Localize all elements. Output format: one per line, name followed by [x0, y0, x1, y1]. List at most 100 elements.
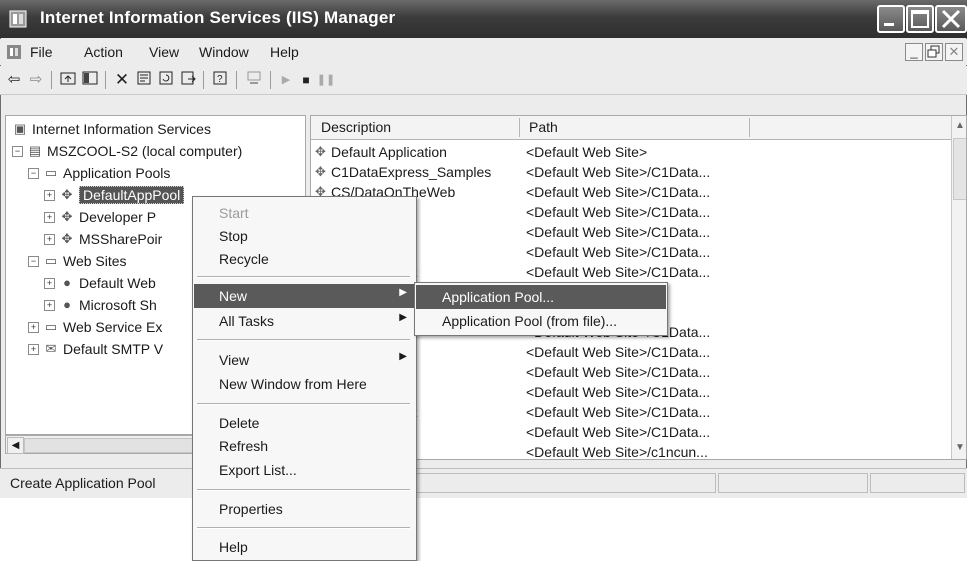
- forward-icon[interactable]: ⇨: [26, 70, 46, 90]
- list-row[interactable]: ✥ C1DataExpress_Samples <Default Web Site>…: [311, 163, 951, 183]
- menu-view[interactable]: View: [149, 44, 179, 60]
- back-icon[interactable]: ⇦: [4, 70, 24, 90]
- help-icon[interactable]: ?: [210, 70, 230, 90]
- ctx-recycle[interactable]: Recycle: [194, 247, 415, 271]
- globe-icon: ●: [63, 297, 71, 312]
- pause-icon[interactable]: ❚❚: [316, 70, 336, 90]
- tree-item-label: Default Web: [79, 275, 156, 291]
- tree-item-label: MSZCOOL-S2 (local computer): [47, 143, 243, 159]
- tree-item-label: Microsoft Sh: [79, 297, 157, 313]
- properties-icon[interactable]: [134, 70, 154, 90]
- expand-icon[interactable]: +: [28, 343, 39, 355]
- stop-icon[interactable]: ■: [296, 70, 316, 90]
- ctx-help[interactable]: Help: [194, 535, 415, 559]
- row-path: <Default Web Site>/C1Data...: [526, 264, 711, 280]
- ctx-new-window[interactable]: New Window from Here: [194, 372, 415, 396]
- row-path: <Default Web Site>/C1Data...: [526, 384, 711, 400]
- child-close-button[interactable]: ✕: [945, 43, 963, 61]
- ctx-view[interactable]: View ▶: [194, 348, 415, 372]
- expand-icon[interactable]: +: [44, 299, 55, 311]
- row-description: Default Application: [331, 144, 447, 160]
- status-text: Create Application Pool: [10, 475, 156, 491]
- folder-icon: ▭: [44, 165, 58, 180]
- title-bar[interactable]: Internet Information Services (IIS) Mana…: [0, 0, 967, 38]
- collapse-icon[interactable]: −: [28, 255, 39, 267]
- menu-action[interactable]: Action: [84, 44, 123, 60]
- tree-item[interactable]: − ▭ Application Pools: [6, 162, 305, 184]
- play-icon[interactable]: ▶: [276, 70, 296, 90]
- up-level-icon[interactable]: [58, 70, 78, 90]
- minimize-button[interactable]: [877, 5, 905, 33]
- row-path: <Default Web Site>/C1Data...: [526, 184, 711, 200]
- ctx-start[interactable]: Start: [194, 201, 415, 225]
- scroll-up-icon[interactable]: ▲: [953, 117, 966, 134]
- column-divider[interactable]: [749, 118, 750, 137]
- ctx-export-list[interactable]: Export List...: [194, 458, 415, 482]
- ctx-stop[interactable]: Stop: [194, 224, 415, 248]
- ctx-separator: [197, 489, 410, 491]
- child-restore-button[interactable]: [925, 43, 943, 61]
- toolbar-separator: [51, 71, 52, 89]
- collapse-icon[interactable]: −: [12, 145, 23, 157]
- tree-item[interactable]: − ▤ MSZCOOL-S2 (local computer): [6, 140, 305, 162]
- collapse-icon[interactable]: −: [28, 167, 39, 179]
- maximize-button[interactable]: [906, 5, 934, 33]
- menu-bar: File Action View Window Help _ ✕: [0, 39, 967, 65]
- iis-icon: ▣: [13, 121, 27, 136]
- submenu-application-pool[interactable]: Application Pool...: [416, 285, 666, 309]
- tree-item-label: Web Sites: [63, 253, 127, 269]
- menu-help[interactable]: Help: [270, 44, 299, 60]
- expand-icon[interactable]: +: [28, 321, 39, 333]
- close-button[interactable]: [935, 5, 967, 33]
- column-header-description[interactable]: Description: [321, 119, 391, 135]
- application-icon: ✥: [315, 144, 326, 159]
- submenu-application-pool-from-file[interactable]: Application Pool (from file)...: [416, 309, 666, 333]
- menu-window[interactable]: Window: [199, 44, 249, 60]
- expand-icon[interactable]: +: [44, 211, 55, 223]
- list-header: Description Path: [311, 116, 951, 140]
- ctx-delete[interactable]: Delete: [194, 411, 415, 435]
- tree-item-label: Developer P: [79, 209, 157, 225]
- scroll-thumb[interactable]: [953, 138, 966, 200]
- smtp-icon: ✉: [45, 341, 57, 356]
- ctx-separator: [197, 403, 410, 405]
- toolbar-separator: [203, 71, 204, 89]
- row-path: <Default Web Site>: [526, 144, 648, 160]
- expand-icon[interactable]: +: [44, 233, 55, 245]
- svg-text:?: ?: [217, 74, 223, 85]
- list-row[interactable]: ✥ Default Application <Default Web Site>: [311, 143, 951, 163]
- mmc-icon: [6, 44, 22, 60]
- toolbar: ⇦ ⇨ ✕ ? ▶ ■ ❚❚: [0, 66, 967, 95]
- refresh-icon[interactable]: [156, 70, 176, 90]
- ctx-properties[interactable]: Properties: [194, 497, 415, 521]
- status-panel: [718, 473, 868, 493]
- ctx-refresh[interactable]: Refresh: [194, 434, 415, 458]
- app-pool-icon: ✥: [61, 209, 73, 224]
- computer-icon[interactable]: [244, 70, 264, 90]
- expand-icon[interactable]: +: [44, 277, 55, 289]
- menu-file[interactable]: File: [30, 44, 53, 60]
- expand-icon[interactable]: +: [44, 189, 55, 201]
- status-panel: [416, 473, 716, 493]
- app-pool-icon: ✥: [61, 187, 73, 202]
- ctx-separator: [197, 527, 410, 529]
- tree-item[interactable]: ▣ Internet Information Services: [6, 118, 305, 140]
- scroll-down-icon[interactable]: ▼: [953, 439, 966, 456]
- child-minimize-button[interactable]: _: [905, 43, 923, 61]
- show-hide-tree-icon[interactable]: [80, 70, 100, 90]
- row-description: C1DataExpress_Samples: [331, 164, 492, 180]
- scroll-left-icon[interactable]: ◀: [7, 437, 24, 454]
- new-submenu: Application Pool... Application Pool (fr…: [414, 282, 668, 336]
- ctx-new[interactable]: New ▶: [194, 284, 415, 308]
- submenu-arrow-icon: ▶: [399, 351, 407, 362]
- export-list-icon[interactable]: [178, 70, 198, 90]
- row-path: <Default Web Site>/C1Data...: [526, 204, 711, 220]
- column-header-path[interactable]: Path: [529, 119, 558, 135]
- column-divider[interactable]: [519, 118, 520, 137]
- row-path: <Default Web Site>/C1Data...: [526, 404, 711, 420]
- delete-icon[interactable]: ✕: [112, 70, 132, 90]
- globe-icon: ●: [63, 275, 71, 290]
- context-menu: Start Stop Recycle New ▶ All Tasks ▶ View ▶…: [192, 196, 417, 561]
- list-vertical-scrollbar[interactable]: ▲ ▼: [951, 116, 966, 459]
- ctx-all-tasks[interactable]: All Tasks ▶: [194, 309, 415, 333]
